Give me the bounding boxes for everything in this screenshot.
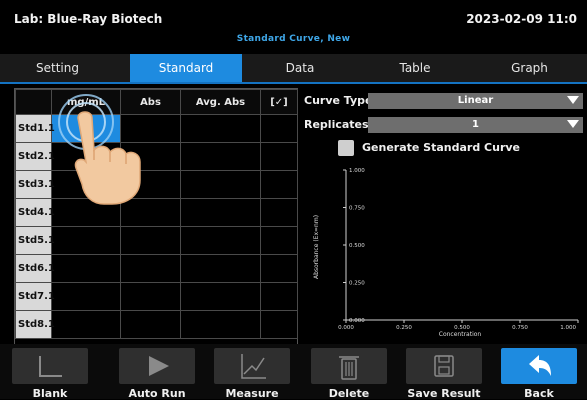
- concentration-cell[interactable]: [51, 254, 121, 283]
- x-tick-label: 0.500: [454, 325, 470, 331]
- tab-bar: Setting Standard Data Table Graph: [0, 54, 587, 84]
- abs-cell[interactable]: [120, 310, 181, 339]
- x-tick-label: 0.750: [512, 325, 528, 331]
- blank-button[interactable]: [12, 348, 88, 384]
- tab-setting[interactable]: Setting: [0, 54, 115, 82]
- curve-type-value: Linear: [457, 95, 494, 106]
- y-tick-label: 0.500: [349, 243, 365, 249]
- page-subtitle: Standard Curve, New: [236, 34, 351, 44]
- abs-cell[interactable]: [120, 226, 181, 255]
- table-row: Std6.1: [15, 254, 298, 283]
- column-header-avg-abs[interactable]: Avg. Abs: [180, 89, 261, 115]
- x-tick-label: 0.000: [338, 325, 354, 331]
- column-header-id: [15, 89, 52, 115]
- blank-icon: [39, 356, 62, 377]
- measure-graph-icon: [241, 354, 266, 379]
- column-header-check[interactable]: [✓]: [260, 89, 298, 115]
- concentration-cell[interactable]: [51, 226, 121, 255]
- play-icon: [149, 356, 169, 376]
- avg-abs-cell: [180, 170, 261, 199]
- delete-button[interactable]: [311, 348, 387, 384]
- check-cell[interactable]: [260, 254, 298, 283]
- replicates-label: Replicates: [304, 118, 369, 131]
- auto-run-label: Auto Run: [128, 387, 186, 400]
- x-tick-label: 0.250: [396, 325, 412, 331]
- check-cell[interactable]: [260, 310, 298, 339]
- back-label: Back: [524, 387, 554, 400]
- table-row: Std8.1: [15, 310, 298, 339]
- save-result-label: Save Result: [407, 387, 481, 400]
- avg-abs-cell: [180, 142, 261, 171]
- measure-label: Measure: [225, 387, 279, 400]
- avg-abs-cell: [180, 282, 261, 311]
- concentration-cell[interactable]: [51, 310, 121, 339]
- chevron-down-icon: [567, 120, 579, 128]
- standard-curve-chart: Concentration Absorbance (Ex=nm) 0.000 0.…: [300, 162, 586, 344]
- x-axis-label: Concentration: [439, 331, 482, 338]
- y-tick-label: 0.250: [349, 281, 365, 287]
- chart-canvas: Concentration Absorbance (Ex=nm) 0.0000.…: [313, 168, 579, 338]
- replicates-value: 1: [472, 119, 479, 130]
- touch-hand-icon: [58, 94, 141, 205]
- y-tick-label: 1.000: [349, 168, 365, 174]
- row-label: Std3.1: [15, 170, 55, 199]
- avg-abs-cell: [180, 254, 261, 283]
- table-row: Std7.1: [15, 282, 298, 311]
- generate-curve-label: Generate Standard Curve: [362, 141, 520, 154]
- curve-type-select[interactable]: Linear: [368, 93, 583, 109]
- y-tick-label: 0.750: [349, 206, 365, 212]
- curve-type-label: Curve Type: [304, 94, 373, 107]
- check-cell[interactable]: [260, 114, 298, 143]
- x-tick-label: 1.000: [560, 325, 576, 331]
- back-button[interactable]: [501, 348, 577, 384]
- y-axis-label: Absorbance (Ex=nm): [313, 215, 320, 279]
- curve-parameters: Curve Type Linear Replicates 1 Generate …: [298, 88, 586, 160]
- auto-run-button[interactable]: [119, 348, 195, 384]
- check-cell[interactable]: [260, 282, 298, 311]
- row-label: Std1.1: [15, 114, 55, 143]
- measure-button[interactable]: [214, 348, 290, 384]
- chevron-down-icon: [567, 96, 579, 104]
- generate-curve-checkbox[interactable]: [338, 140, 354, 156]
- row-label: Std7.1: [15, 282, 55, 311]
- replicates-select[interactable]: 1: [368, 117, 583, 133]
- avg-abs-cell: [180, 198, 261, 227]
- delete-label: Delete: [328, 387, 370, 400]
- back-arrow-icon: [529, 355, 551, 376]
- abs-cell[interactable]: [120, 254, 181, 283]
- datetime-display: 2023-02-09 11:0: [466, 12, 577, 26]
- bottom-toolbar: Blank Auto Run Measure Delete Save Resul…: [0, 344, 587, 400]
- row-label: Std2.1: [15, 142, 55, 171]
- table-row: Std5.1: [15, 226, 298, 255]
- abs-cell[interactable]: [120, 282, 181, 311]
- avg-abs-cell: [180, 226, 261, 255]
- blank-label: Blank: [32, 387, 68, 400]
- y-tick-label: 0.000: [349, 318, 365, 324]
- avg-abs-cell: [180, 114, 261, 143]
- tab-graph[interactable]: Graph: [472, 54, 587, 82]
- avg-abs-cell: [180, 310, 261, 339]
- save-result-button[interactable]: [406, 348, 482, 384]
- tab-table[interactable]: Table: [358, 54, 472, 82]
- trash-icon: [339, 356, 359, 380]
- header-bar: Lab: Blue-Ray Biotech Standard Curve, Ne…: [0, 0, 587, 54]
- check-cell[interactable]: [260, 226, 298, 255]
- check-cell[interactable]: [260, 170, 298, 199]
- row-label: Std8.1: [15, 310, 55, 339]
- check-cell[interactable]: [260, 198, 298, 227]
- row-label: Std6.1: [15, 254, 55, 283]
- concentration-cell[interactable]: [51, 282, 121, 311]
- lab-name: Lab: Blue-Ray Biotech: [14, 12, 163, 26]
- tab-data[interactable]: Data: [242, 54, 358, 82]
- row-label: Std5.1: [15, 226, 55, 255]
- save-icon: [434, 355, 454, 377]
- check-cell[interactable]: [260, 142, 298, 171]
- row-label: Std4.1: [15, 198, 55, 227]
- tab-standard[interactable]: Standard: [130, 54, 242, 82]
